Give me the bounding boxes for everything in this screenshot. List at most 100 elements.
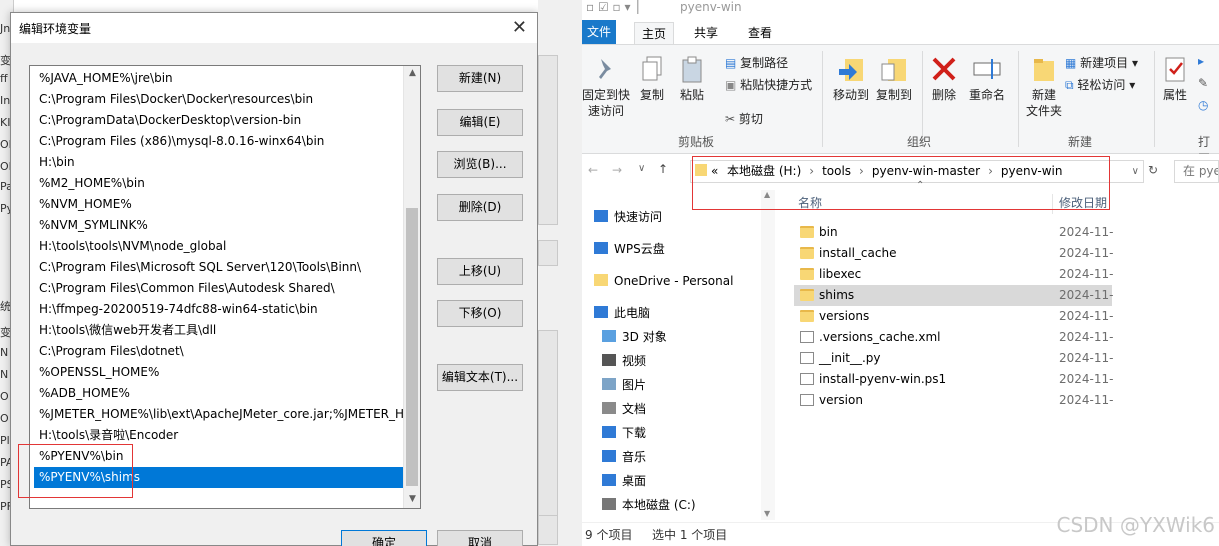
nav-item-label: 快速访问	[614, 210, 663, 224]
path-entry[interactable]: C:\Program Files\Common Files\Autodesk S…	[34, 278, 404, 299]
file-row[interactable]: bin 2024-11-	[794, 222, 1113, 243]
nav-item[interactable]: 文档	[602, 398, 646, 420]
tab-file[interactable]: 文件	[582, 20, 616, 44]
folder-icon	[800, 289, 814, 301]
nav-item[interactable]: 下载	[602, 422, 646, 444]
search-box[interactable]: 在 pye	[1174, 160, 1219, 183]
edit-button[interactable]: 编辑(E)	[437, 109, 523, 136]
move-up-button[interactable]: 上移(U)	[437, 258, 523, 285]
path-entries-list[interactable]: %JAVA_HOME%\jre\bin C:\Program Files\Dock…	[29, 65, 421, 509]
nav-item-label: 此电脑	[614, 306, 651, 320]
delete-file-button[interactable]: 删除	[926, 55, 962, 103]
file-row[interactable]: version 2024-11-	[794, 390, 1113, 411]
edit-text-button[interactable]: 编辑文本(T)...	[437, 364, 523, 391]
file-row[interactable]: versions 2024-11-	[794, 306, 1113, 327]
up-arrow-icon[interactable]: ↑	[658, 162, 668, 176]
pin-quick-access-button[interactable]: 固定到快 速访问	[582, 55, 630, 119]
move-to-label: 移动到	[832, 88, 869, 102]
nav-item[interactable]: 图片	[602, 374, 646, 396]
open-icon[interactable]: ▸	[1198, 54, 1204, 68]
path-entry[interactable]: C:\Program Files\Docker\Docker\resources…	[34, 89, 404, 110]
new-group-label: 新建	[1068, 135, 1093, 149]
cut-button[interactable]: ✂ 剪切	[725, 110, 763, 127]
quick-toolbar-icons[interactable]: ▫ ☑ ▫ ▾ │	[586, 0, 642, 14]
file-row[interactable]: install_cache 2024-11-	[794, 243, 1113, 264]
tab-share[interactable]: 共享	[686, 22, 726, 44]
file-row[interactable]: libexec 2024-11-	[794, 264, 1113, 285]
move-down-button[interactable]: 下移(O)	[437, 300, 523, 327]
recent-chevron-icon[interactable]: ∨	[638, 163, 645, 174]
path-entry[interactable]: C:\Program Files (x86)\mysql-8.0.16-winx…	[34, 131, 404, 152]
scroll-down-icon[interactable]: ▼	[404, 494, 421, 504]
browse-button[interactable]: 浏览(B)...	[437, 151, 523, 178]
nav-item[interactable]: 音乐	[602, 446, 646, 468]
back-arrow-icon[interactable]: ←	[588, 163, 598, 177]
history-icon[interactable]: ◷	[1198, 98, 1208, 112]
refresh-icon[interactable]: ↻	[1148, 163, 1158, 177]
path-entry[interactable]: H:\tools\tools\NVM\node_global	[34, 236, 404, 257]
new-item-button[interactable]: ▦ 新建项目 ▾	[1065, 54, 1138, 71]
copy-path-icon: ▤	[725, 56, 741, 70]
copy-label: 复制	[639, 88, 664, 102]
path-entry[interactable]: %NVM_HOME%	[34, 194, 404, 215]
forward-arrow-icon[interactable]: →	[612, 163, 622, 177]
cancel-button[interactable]: 取消	[437, 530, 523, 546]
paste-button[interactable]: 粘贴	[674, 55, 710, 103]
folder-icon	[594, 274, 608, 286]
path-entry[interactable]: H:\ffmpeg-20200519-74dfc88-win64-static\…	[34, 299, 404, 320]
item-count: 9 个项目	[585, 528, 633, 542]
path-entry[interactable]: %ADB_HOME%	[34, 383, 404, 404]
rename-button[interactable]: 重命名	[964, 55, 1010, 103]
nav-item[interactable]: 本地磁盘 (C:)	[602, 494, 696, 516]
paste-shortcut-button[interactable]: ▣ 粘贴快捷方式	[725, 76, 812, 93]
path-entry[interactable]: %M2_HOME%\bin	[34, 173, 404, 194]
file-row[interactable]: .versions_cache.xml 2024-11-	[794, 327, 1113, 348]
tab-home[interactable]: 主页	[634, 22, 674, 44]
nav-scrollbar[interactable]: ▲ ▼	[761, 190, 775, 520]
path-entry[interactable]: C:\ProgramData\DockerDesktop\version-bin	[34, 110, 404, 131]
move-to-button[interactable]: 移动到	[830, 55, 872, 103]
file-row[interactable]: __init__.py 2024-11-	[794, 348, 1114, 369]
path-entry[interactable]: C:\Program Files\dotnet\	[34, 341, 404, 362]
path-entry[interactable]: H:\bin	[34, 152, 404, 173]
properties-label: 属性	[1162, 88, 1187, 102]
cut-label: 剪切	[738, 112, 763, 126]
list-scrollbar[interactable]: ▲ ▼	[403, 66, 420, 508]
scrollbar-thumb[interactable]	[406, 208, 418, 486]
edit-icon[interactable]: ✎	[1198, 76, 1208, 90]
easy-access-button[interactable]: ⧉ 轻松访问 ▾	[1065, 76, 1135, 93]
properties-button[interactable]: 属性	[1158, 55, 1192, 103]
easy-access-icon: ⧉	[1065, 78, 1078, 92]
path-entry[interactable]: %NVM_SYMLINK%	[34, 215, 404, 236]
copy-path-button[interactable]: ▤ 复制路径	[725, 54, 788, 71]
delete-button[interactable]: 删除(D)	[437, 194, 523, 221]
path-entry[interactable]: H:\tools\微信web开发者工具\dll	[34, 320, 404, 341]
file-row[interactable]: install-pyenv-win.ps1 2024-11-	[794, 369, 1113, 390]
new-folder-button[interactable]: 新建 文件夹	[1022, 55, 1066, 119]
nav-item[interactable]: OneDrive - Personal	[594, 270, 733, 292]
nav-item[interactable]: 视频	[602, 350, 646, 372]
nav-item[interactable]: 快速访问	[594, 206, 662, 228]
close-icon[interactable]: ✕	[512, 17, 527, 38]
nav-item-label: 视频	[622, 354, 647, 368]
path-entry[interactable]: %JMETER_HOME%\lib\ext\ApacheJMeter_core.…	[34, 404, 404, 425]
nav-item[interactable]: 此电脑	[594, 302, 650, 324]
nav-item[interactable]: WPS云盘	[594, 238, 665, 260]
path-entry[interactable]: %OPENSSL_HOME%	[34, 362, 404, 383]
address-dropdown-icon[interactable]: ∨	[1132, 161, 1139, 182]
file-date: 2024-11-	[1059, 351, 1114, 365]
tab-view[interactable]: 查看	[740, 22, 780, 44]
nav-item[interactable]: 3D 对象	[602, 326, 667, 348]
path-entry[interactable]: %JAVA_HOME%\jre\bin	[34, 68, 404, 89]
copy-to-button[interactable]: 复制到	[873, 55, 915, 103]
new-button[interactable]: 新建(N)	[437, 65, 523, 92]
file-row[interactable]: shims 2024-11-	[794, 285, 1113, 306]
path-entry[interactable]: H:\tools\录音啦\Encoder	[34, 425, 404, 446]
scroll-up-icon[interactable]: ▲	[404, 68, 421, 78]
delete-label: 删除	[931, 88, 956, 102]
file-name: bin	[819, 225, 838, 239]
copy-button[interactable]: 复制	[634, 55, 670, 103]
ok-button[interactable]: 确定	[341, 530, 427, 546]
nav-item[interactable]: 桌面	[602, 470, 646, 492]
path-entry[interactable]: C:\Program Files\Microsoft SQL Server\12…	[34, 257, 404, 278]
